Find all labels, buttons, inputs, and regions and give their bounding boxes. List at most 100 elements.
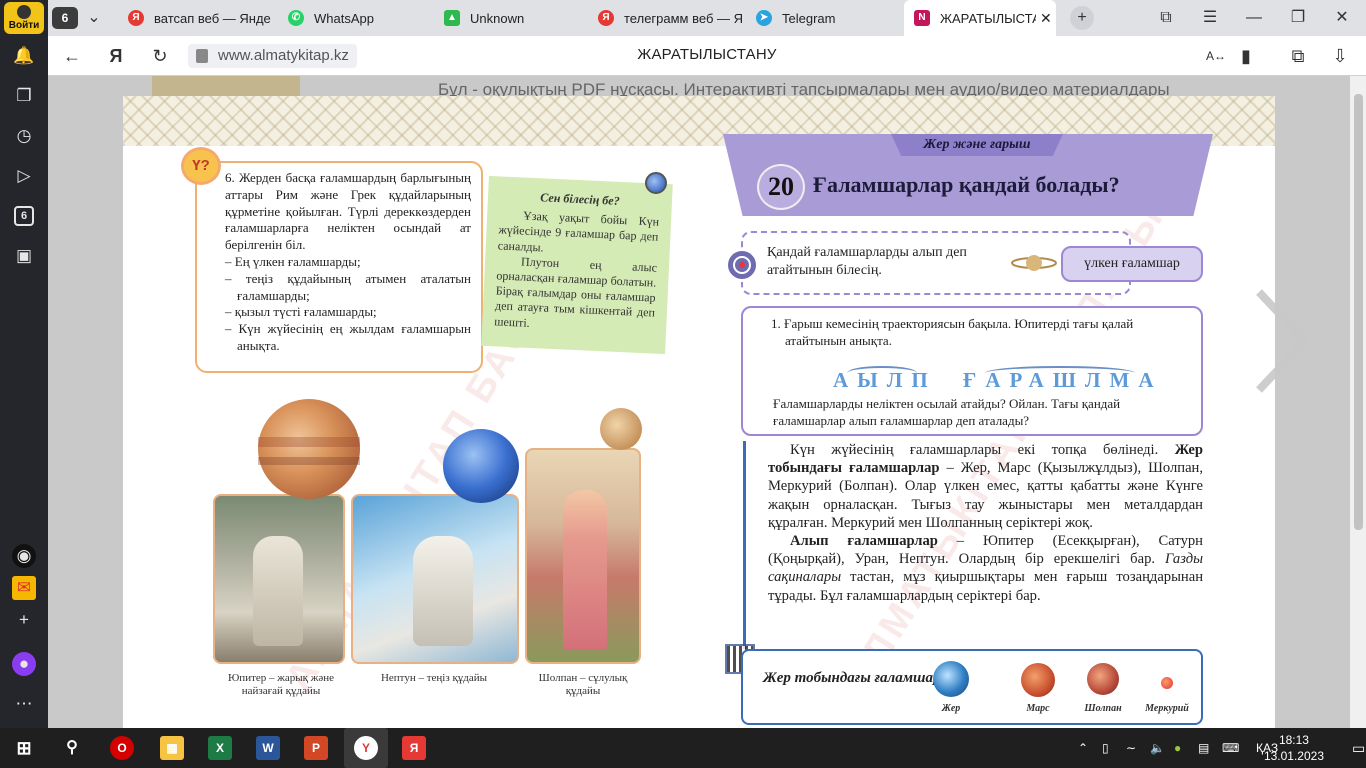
page-scrollbar[interactable] bbox=[1350, 76, 1366, 728]
paragraph-1: Күн жүйесінің ғаламшарлары екі топқа бөл… bbox=[768, 442, 1204, 531]
puzzle-word-2: ҒАРАШЛМА bbox=[963, 368, 1163, 392]
yandex-icon: Я bbox=[598, 10, 614, 26]
lesson-number: 20 bbox=[757, 164, 805, 210]
tabs-counter-icon[interactable]: 6 bbox=[14, 206, 34, 226]
caption-neptune: Нептун – теңіз құдайы bbox=[380, 672, 488, 684]
triangle-icon: ▲ bbox=[444, 10, 460, 26]
battery-icon[interactable]: ▯ bbox=[1102, 728, 1109, 768]
word-icon[interactable]: W bbox=[256, 736, 280, 760]
wifi-icon[interactable]: ∼ bbox=[1126, 728, 1136, 768]
bookmark-icon[interactable]: ▮ bbox=[1234, 44, 1258, 68]
bell-icon[interactable]: 🔔 bbox=[12, 44, 36, 68]
login-label: Войти bbox=[8, 20, 40, 31]
tab-whatsapp[interactable]: ✆ WhatsApp bbox=[288, 0, 438, 36]
notifications-icon[interactable]: ▤ bbox=[1198, 728, 1209, 768]
minimize-icon[interactable]: — bbox=[1242, 6, 1266, 30]
windows-taskbar: ⊞ ⚲ O ▦ X W P Y Я ⌃ ▯ ∼ 🔈 ● ▤ ⌨ ҚАЗ 18:1… bbox=[0, 728, 1366, 768]
task-1-question: Ғаламшарларды неліктен осылай атайды? Ой… bbox=[773, 396, 1121, 428]
collections-icon[interactable]: ❐ bbox=[12, 84, 36, 108]
task-6-item: – теңіз құдайының атымен аталатын ғаламш… bbox=[225, 270, 471, 303]
task-1-box: 1. Ғарыш кемесінің траекториясын бақыла.… bbox=[741, 306, 1203, 436]
neptune-planet-image bbox=[443, 429, 519, 503]
download-icon[interactable]: ⇩ bbox=[1328, 44, 1352, 68]
powerpoint-icon[interactable]: P bbox=[304, 736, 328, 760]
mars-image bbox=[1021, 663, 1055, 697]
extensions-icon[interactable]: ⧉ bbox=[1286, 44, 1310, 68]
clock[interactable]: 18:13 13.01.2023 bbox=[1264, 732, 1324, 764]
yandex-browser-taskbar-icon[interactable]: Y bbox=[344, 728, 388, 768]
venus-small-image bbox=[1087, 663, 1119, 695]
tab-label: Unknown bbox=[470, 10, 525, 26]
tab-group-counter[interactable]: 6 bbox=[52, 7, 78, 29]
keyboard-icon[interactable]: ⌨ bbox=[1222, 728, 1239, 768]
translate-icon[interactable]: A↔ bbox=[1204, 44, 1228, 68]
caption-jupiter: Юпитер – жарық және найзағай құдайы bbox=[228, 672, 334, 697]
mercury-image bbox=[1161, 677, 1173, 689]
telegram-icon: ➤ bbox=[756, 10, 772, 26]
excel-icon[interactable]: X bbox=[208, 736, 232, 760]
file-explorer-icon[interactable]: ▦ bbox=[160, 736, 184, 760]
earth-image bbox=[933, 661, 969, 697]
volume-icon[interactable]: 🔈 bbox=[1150, 728, 1165, 768]
menu-icon[interactable]: ☰ bbox=[1198, 6, 1222, 30]
search-icon[interactable]: ⚲ bbox=[60, 736, 84, 760]
note-title: Сен білесің бе? bbox=[540, 190, 620, 208]
page-viewport[interactable]: Бұл - оқулықтың PDF нұсқасы. Интерактивт… bbox=[48, 76, 1350, 728]
play-icon[interactable]: ▷ bbox=[12, 164, 36, 188]
login-button[interactable]: Войти bbox=[4, 2, 44, 34]
note-paragraph: Ұзақ уақыт бойы Күн жүйесінде 9 ғаламшар… bbox=[497, 208, 660, 255]
task-1-text: 1. Ғарыш кемесінің траекториясын бақыла.… bbox=[771, 316, 1134, 348]
new-tab-button[interactable]: + bbox=[1070, 6, 1094, 30]
puzzle-word-1: АЫЛП bbox=[833, 368, 937, 392]
app-tray-icon[interactable]: ● bbox=[1174, 728, 1181, 768]
address-bar: ← Я ↻ www.almatykitap.kz ЖАРАТЫЛЫСТАНУ A… bbox=[48, 36, 1366, 76]
clock-time: 18:13 bbox=[1278, 733, 1309, 747]
tabs-overview-icon[interactable]: ⧉ bbox=[1154, 6, 1178, 30]
action-center-icon[interactable]: ▭ bbox=[1352, 728, 1365, 768]
tab-active-book[interactable]: N ЖАРАТЫЛЫСТА ✕ bbox=[904, 0, 1056, 36]
lesson-title: Ғаламшарлар қандай болады? bbox=[813, 172, 1120, 197]
task-6-box: 6. Жерден басқа ғаламшардың барлығының а… bbox=[195, 161, 483, 373]
whatsapp-icon: ✆ bbox=[288, 10, 304, 26]
paragraph-2: Алып ғаламшарлар – Юпитер (Есекқырған), … bbox=[768, 533, 1203, 604]
chevron-down-icon[interactable]: ⌄ bbox=[82, 6, 106, 30]
history-icon[interactable]: ◷ bbox=[12, 124, 36, 148]
terrestrial-planets-box: Жер тобындағы ғаламшарлар Жер Марс Шолпа… bbox=[741, 649, 1203, 725]
alice-app-icon[interactable]: ◉ bbox=[12, 544, 36, 568]
screenshot-icon[interactable]: ▣ bbox=[12, 244, 36, 268]
tab-whatsapp-search[interactable]: Я ватсап веб — Янде bbox=[128, 0, 278, 36]
task-6-intro: 6. Жерден басқа ғаламшардың барлығының а… bbox=[225, 170, 471, 253]
tab-label: ЖАРАТЫЛЫСТА bbox=[940, 10, 1036, 26]
section-tab: Жер және ғарыш bbox=[891, 134, 1063, 156]
next-page-arrow-icon[interactable] bbox=[1253, 286, 1313, 396]
alice-assistant-icon[interactable]: ● bbox=[12, 652, 36, 676]
textbook-spread: АЛМАТЫКІТАП БАСПАСЫ АЛМАТЫКІТАП БАСПАСЫ … bbox=[123, 96, 1311, 728]
scrollbar-thumb[interactable] bbox=[1354, 94, 1363, 530]
add-icon[interactable]: + bbox=[12, 608, 36, 632]
close-window-icon[interactable]: ✕ bbox=[1330, 6, 1354, 30]
planet-label: Марс bbox=[1026, 703, 1050, 714]
tab-telegram[interactable]: ➤ Telegram bbox=[756, 0, 896, 36]
close-tab-icon[interactable]: ✕ bbox=[1040, 10, 1052, 27]
task-6-item: – қызыл түсті ғаламшарды; bbox=[225, 304, 377, 320]
magnifier-icon bbox=[645, 172, 667, 194]
opera-icon[interactable]: O bbox=[110, 736, 134, 760]
tab-unknown[interactable]: ▲ Unknown bbox=[444, 0, 584, 36]
mail-icon[interactable]: ✉ bbox=[12, 576, 36, 600]
tab-label: телеграмм веб — Я bbox=[624, 10, 744, 26]
more-icon[interactable]: ⋯ bbox=[12, 692, 36, 716]
yandex-app-icon[interactable]: Я bbox=[402, 736, 426, 760]
background-image-strip bbox=[152, 76, 300, 96]
jupiter-planet-image bbox=[258, 399, 360, 499]
planet-label: Меркурий bbox=[1145, 703, 1189, 714]
tab-label: WhatsApp bbox=[314, 10, 374, 26]
browser-sidebar: Войти 🔔 ❐ ◷ ▷ 6 ▣ ◉ ✉ + ● ⋯ bbox=[0, 0, 48, 728]
tab-telegram-search[interactable]: Я телеграмм веб — Я bbox=[598, 0, 746, 36]
windows-start-icon[interactable]: ⊞ bbox=[12, 736, 36, 760]
tray-chevron-icon[interactable]: ⌃ bbox=[1078, 728, 1088, 768]
tab-label: ватсап веб — Янде bbox=[154, 10, 271, 26]
restore-icon[interactable]: ❐ bbox=[1286, 6, 1310, 30]
did-you-know-note: Сен білесің бе? Ұзақ уақыт бойы Күн жүйе… bbox=[481, 175, 673, 355]
research-badge-icon: Ү? bbox=[181, 147, 221, 185]
note-paragraph: Плутон ең алыс орналасқан ғаламшар болат… bbox=[494, 254, 658, 330]
